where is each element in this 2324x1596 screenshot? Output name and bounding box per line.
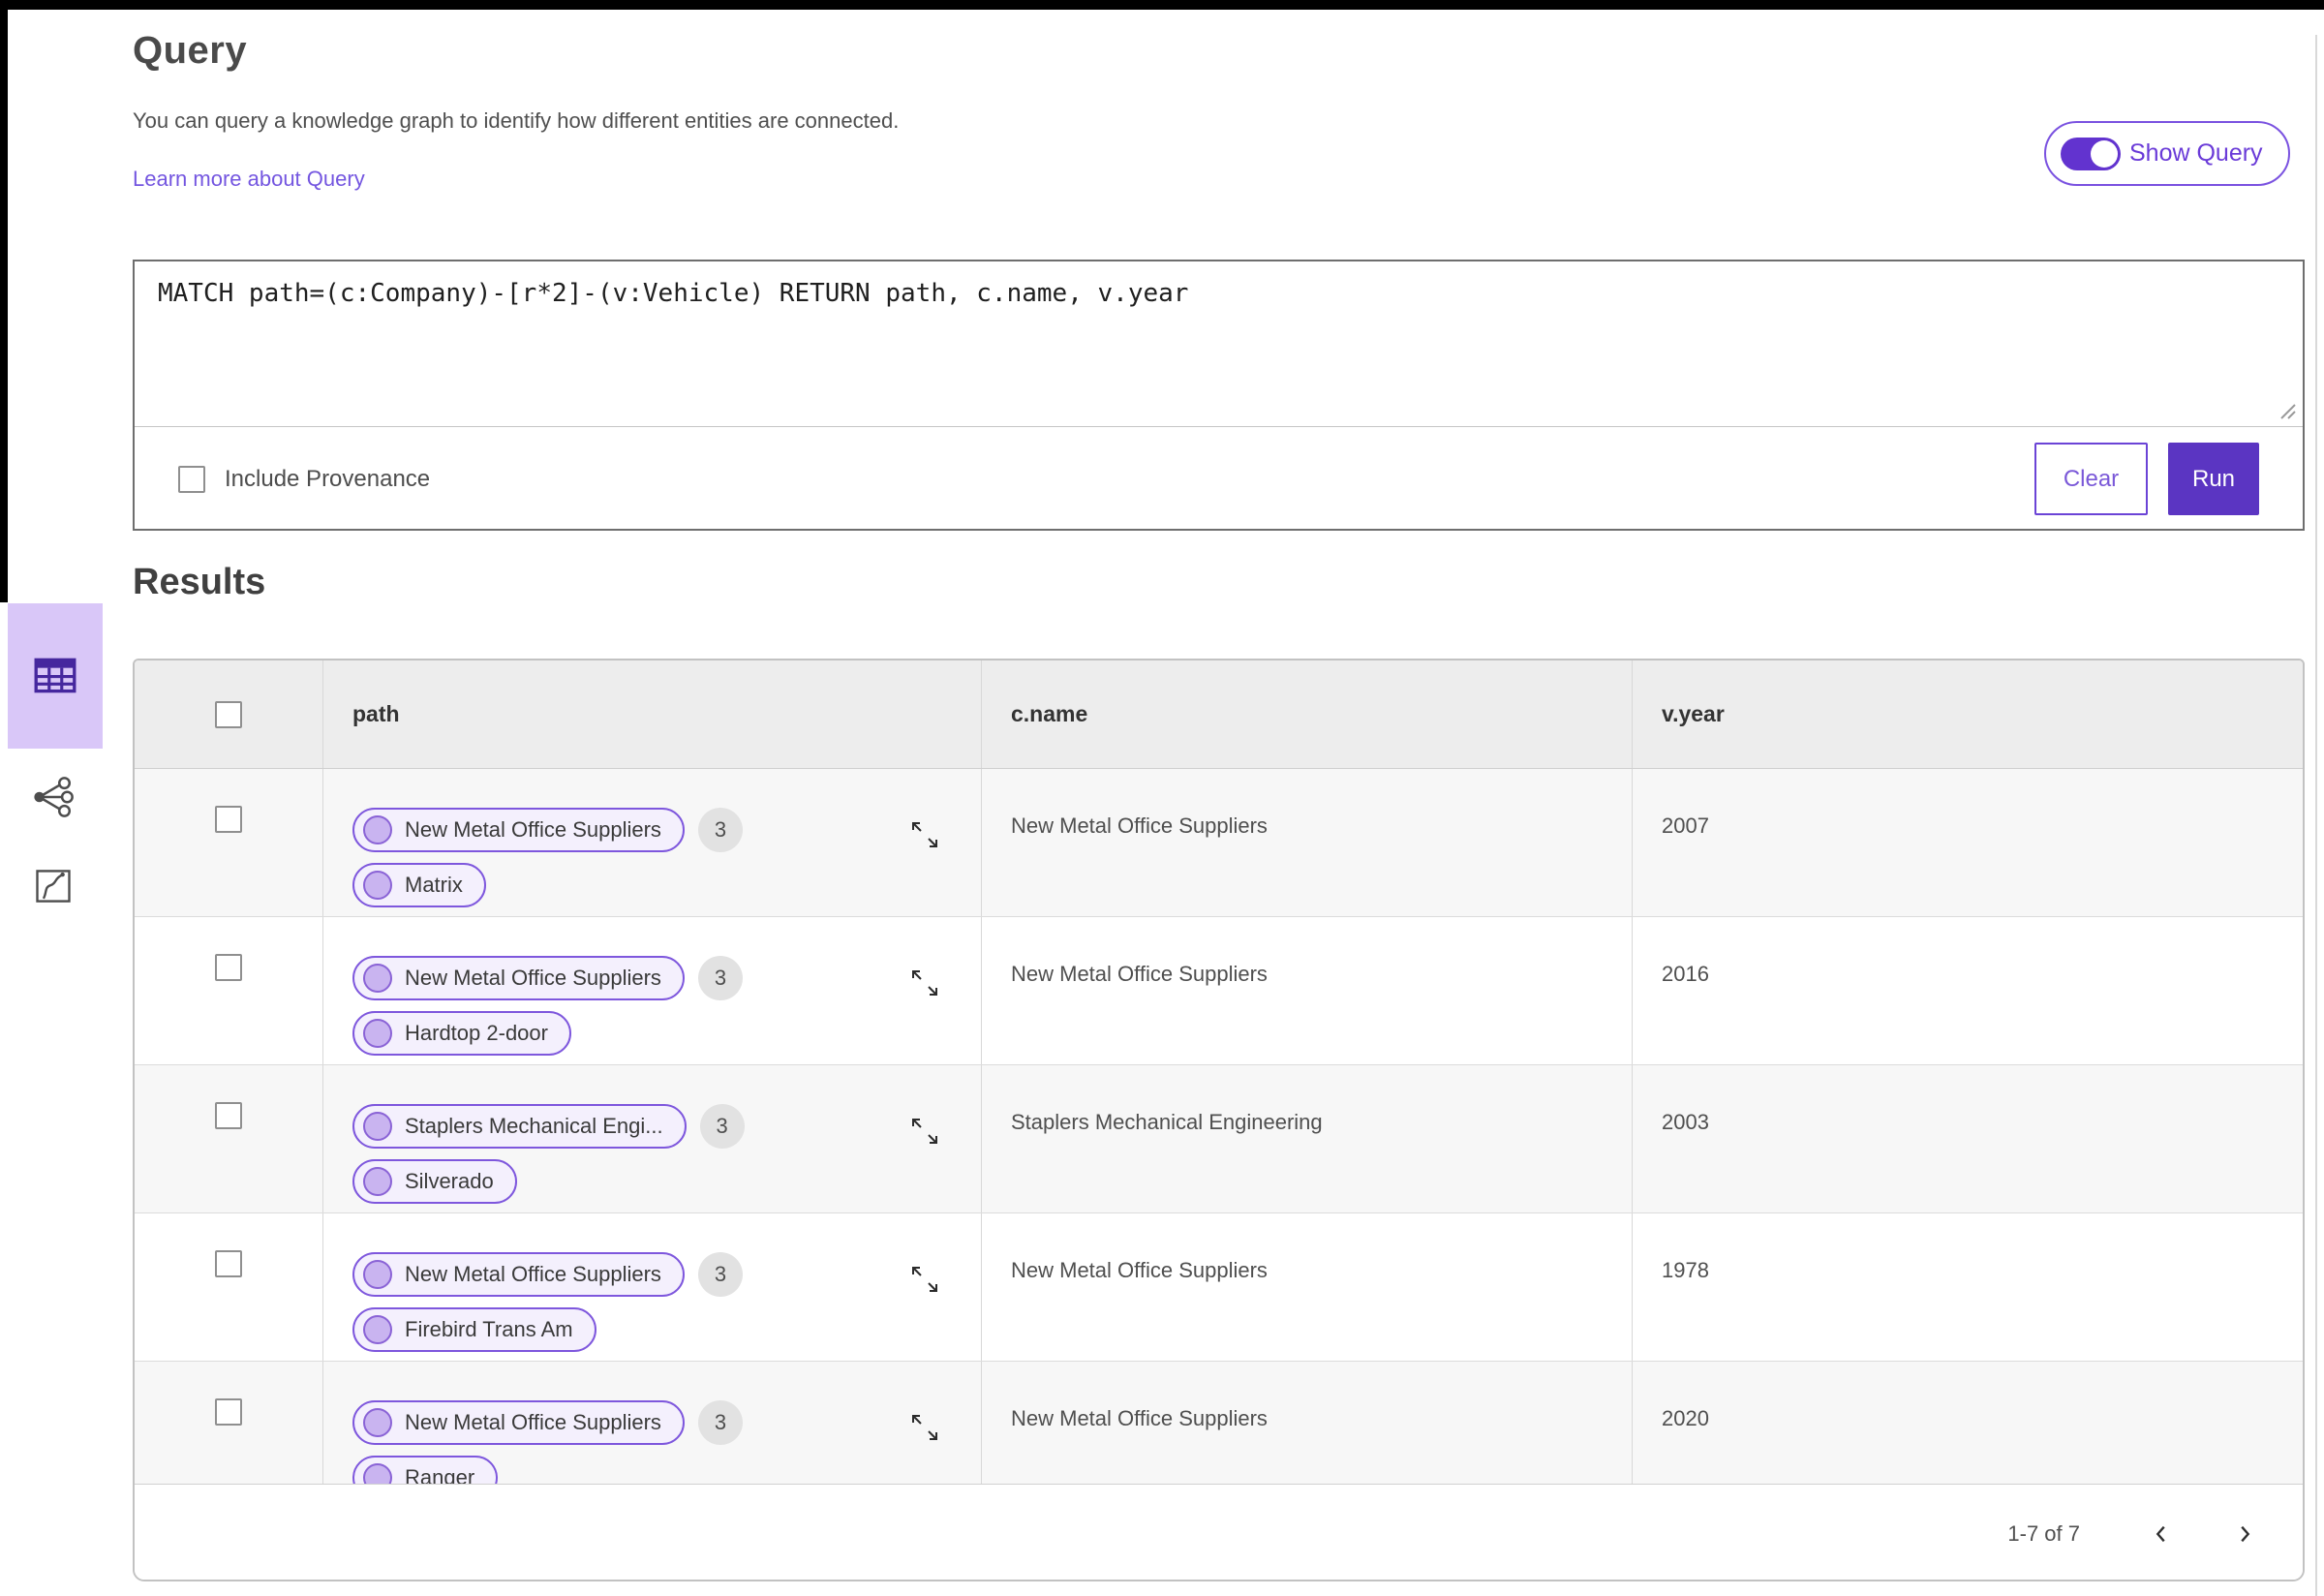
relationship-count-badge: 3 xyxy=(697,1252,743,1297)
path-node-pill[interactable]: New Metal Office Suppliers xyxy=(352,1252,685,1297)
path-node-pill[interactable]: Hardtop 2-door xyxy=(352,1011,571,1056)
screen-top-edge xyxy=(0,0,2324,10)
run-button[interactable]: Run xyxy=(2168,443,2259,515)
node-icon xyxy=(363,815,392,844)
table-row: New Metal Office Suppliers 3 Firebird Tr… xyxy=(135,1213,2303,1362)
path-node-pill[interactable]: Ranger xyxy=(352,1456,499,1484)
page-description: You can query a knowledge graph to ident… xyxy=(133,108,900,133)
page-title: Query xyxy=(133,29,248,72)
include-provenance-label: Include Provenance xyxy=(225,465,431,492)
learn-more-link[interactable]: Learn more about Query xyxy=(133,167,365,192)
node-icon xyxy=(363,1315,392,1344)
table-row: Staplers Mechanical Engi... 3 Silverado … xyxy=(135,1065,2303,1213)
node-icon xyxy=(363,1463,392,1484)
node-icon xyxy=(363,871,392,900)
relationship-count-badge: 3 xyxy=(697,808,743,852)
expand-path-icon[interactable] xyxy=(909,1412,940,1443)
query-panel-footer: Include Provenance Clear Run xyxy=(135,426,2303,531)
row-checkbox[interactable] xyxy=(215,1250,242,1277)
expand-path-icon[interactable] xyxy=(909,967,940,998)
pagination-range-label: 1-7 of 7 xyxy=(2007,1521,2080,1546)
results-heading: Results xyxy=(133,562,266,602)
cname-cell: New Metal Office Suppliers xyxy=(981,917,1632,1064)
column-header-path[interactable]: path xyxy=(322,660,981,768)
include-provenance-checkbox[interactable] xyxy=(178,465,205,493)
expand-path-icon[interactable] xyxy=(909,1264,940,1295)
graph-icon xyxy=(34,777,74,817)
row-checkbox[interactable] xyxy=(215,1102,242,1129)
vyear-cell: 2020 xyxy=(1632,1362,2303,1484)
pagination-next-button[interactable] xyxy=(2233,1522,2256,1546)
expand-path-icon[interactable] xyxy=(909,819,940,850)
table-row: New Metal Office Suppliers 3 Matrix New … xyxy=(135,769,2303,917)
path-node-pill[interactable]: Staplers Mechanical Engi... xyxy=(352,1104,687,1149)
expand-path-icon[interactable] xyxy=(909,1116,940,1147)
cname-cell: New Metal Office Suppliers xyxy=(981,1362,1632,1484)
path-node-pill[interactable]: Matrix xyxy=(352,863,486,907)
screen-left-edge xyxy=(0,10,8,602)
clear-button[interactable]: Clear xyxy=(2034,443,2148,515)
toggle-switch-icon[interactable] xyxy=(2061,137,2121,170)
column-header-cname[interactable]: c.name xyxy=(981,660,1632,768)
show-query-toggle[interactable]: Show Query xyxy=(2044,121,2290,186)
graph-view-button[interactable] xyxy=(29,773,77,821)
node-icon xyxy=(363,1019,392,1048)
query-input[interactable]: MATCH path=(c:Company)-[r*2]-(v:Vehicle)… xyxy=(135,261,2303,426)
cname-cell: New Metal Office Suppliers xyxy=(981,769,1632,916)
toggle-knob xyxy=(2091,139,2118,168)
relationship-count-badge: 3 xyxy=(697,1400,743,1445)
scrollbar-track xyxy=(2315,35,2317,1596)
pagination-prev-button[interactable] xyxy=(2150,1522,2173,1546)
table-row: New Metal Office Suppliers 3 Hardtop 2-d… xyxy=(135,917,2303,1065)
table-view-button[interactable] xyxy=(8,603,103,749)
path-node-pill[interactable]: Silverado xyxy=(352,1159,517,1204)
node-icon xyxy=(363,1260,392,1289)
chevron-right-icon xyxy=(2241,1525,2250,1543)
row-checkbox[interactable] xyxy=(215,806,242,833)
query-text: MATCH path=(c:Company)-[r*2]-(v:Vehicle)… xyxy=(158,279,1189,308)
node-icon xyxy=(363,964,392,993)
node-icon xyxy=(363,1408,392,1437)
vyear-cell: 2007 xyxy=(1632,769,2303,916)
resize-handle-icon[interactable] xyxy=(2278,401,2297,420)
show-query-label: Show Query xyxy=(2129,139,2263,167)
table-row: New Metal Office Suppliers 3 Ranger New … xyxy=(135,1362,2303,1484)
node-icon xyxy=(363,1112,392,1141)
select-all-checkbox[interactable] xyxy=(215,700,242,728)
vyear-cell: 1978 xyxy=(1632,1213,2303,1361)
column-header-vyear[interactable]: v.year xyxy=(1632,660,2303,768)
path-node-pill[interactable]: New Metal Office Suppliers xyxy=(352,1400,685,1445)
row-checkbox[interactable] xyxy=(215,954,242,981)
node-icon xyxy=(363,1167,392,1196)
table-icon xyxy=(34,658,76,693)
row-checkbox[interactable] xyxy=(215,1398,242,1426)
chevron-left-icon xyxy=(2156,1525,2165,1543)
relationship-count-badge: 3 xyxy=(699,1104,745,1149)
table-header-row: path c.name v.year xyxy=(135,660,2303,769)
path-node-pill[interactable]: New Metal Office Suppliers xyxy=(352,808,685,852)
vyear-cell: 2003 xyxy=(1632,1065,2303,1212)
cname-cell: Staplers Mechanical Engineering xyxy=(981,1065,1632,1212)
map-view-button[interactable] xyxy=(29,862,77,910)
table-footer: 1-7 of 7 xyxy=(135,1484,2303,1580)
path-node-pill[interactable]: Firebird Trans Am xyxy=(352,1307,596,1352)
relationship-count-badge: 3 xyxy=(697,956,743,1000)
query-panel: MATCH path=(c:Company)-[r*2]-(v:Vehicle)… xyxy=(133,260,2305,531)
results-table: path c.name v.year New Metal Office Supp… xyxy=(133,659,2305,1581)
map-icon xyxy=(36,870,71,903)
vyear-cell: 2016 xyxy=(1632,917,2303,1064)
cname-cell: New Metal Office Suppliers xyxy=(981,1213,1632,1361)
path-node-pill[interactable]: New Metal Office Suppliers xyxy=(352,956,685,1000)
